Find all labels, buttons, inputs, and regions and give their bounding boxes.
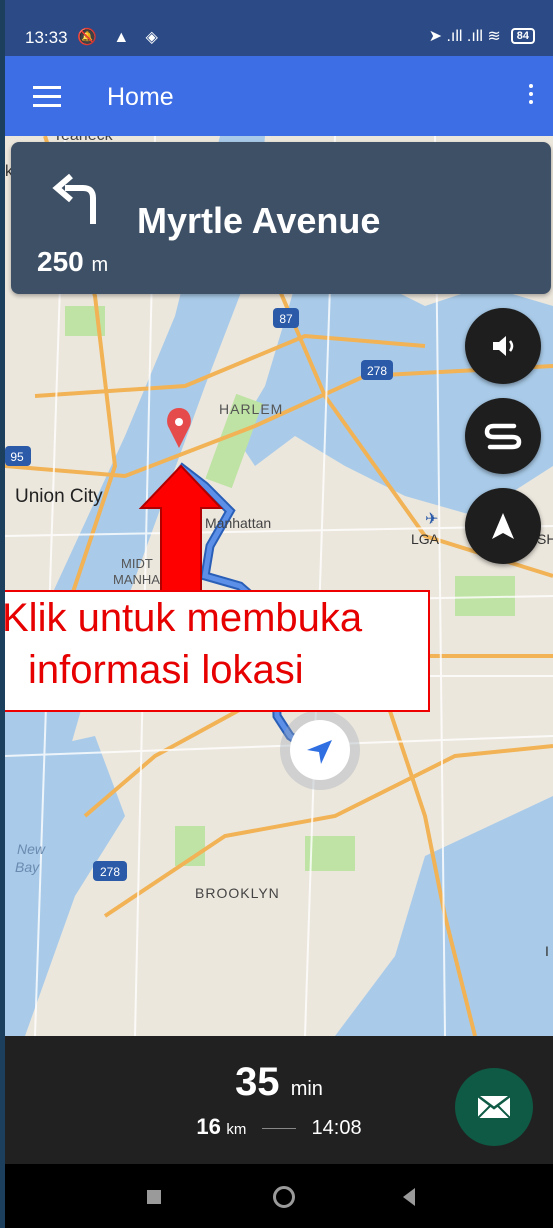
airport-icon: ✈	[425, 511, 438, 528]
label-manhattan-2: MANHA	[113, 572, 160, 587]
label-lga: LGA	[411, 531, 440, 547]
system-navigation-bar	[5, 1164, 553, 1228]
turn-distance: 250 m	[37, 246, 109, 277]
signal-icons: ➤ .ıll .ıll ≋	[428, 28, 501, 45]
label-new: New	[17, 841, 46, 857]
turn-left-icon	[52, 173, 96, 224]
callout-line-1: Klik untuk membuka	[5, 596, 363, 640]
status-notification-icons: 🔕 ▲ ◈	[77, 29, 164, 46]
shield-95: 95	[5, 446, 31, 466]
navigation-arrow-icon	[492, 513, 514, 539]
label-manhattan: Manhattan	[205, 515, 271, 531]
mail-icon	[477, 1095, 511, 1119]
label-harlem: HARLEM	[219, 401, 283, 417]
navigation-instruction-card[interactable]: Myrtle Avenue 250 m	[11, 142, 551, 294]
message-button[interactable]	[455, 1068, 533, 1146]
page-title: Home	[107, 83, 174, 111]
volume-icon	[493, 336, 514, 356]
recenter-button[interactable]	[465, 488, 541, 564]
back-icon[interactable]	[403, 1188, 415, 1206]
current-location-marker	[280, 710, 360, 790]
phone-screen: 13:33 🔕 ▲ ◈ ➤ .ıll .ıll ≋ 84 Home 87 278…	[5, 0, 553, 1228]
route-options-button[interactable]	[465, 398, 541, 474]
shield-278-a: 278	[361, 360, 393, 380]
eta-distance-unit: km	[226, 1121, 247, 1138]
route-icon	[484, 423, 522, 450]
recents-icon[interactable]	[147, 1190, 161, 1204]
status-bar: 13:33 🔕 ▲ ◈ ➤ .ıll .ıll ≋ 84	[5, 0, 553, 56]
instruction-callout: Klik untuk membuka informasi lokasi	[5, 590, 430, 712]
more-vert-icon[interactable]	[529, 84, 533, 108]
shield-278-b: 278	[93, 861, 127, 881]
label-midtown: MIDT	[121, 556, 153, 571]
prospect-park	[305, 836, 355, 871]
svg-text:95: 95	[10, 450, 24, 464]
svg-text:278: 278	[367, 364, 387, 378]
callout-line-2: informasi lokasi	[28, 648, 304, 692]
label-brooklyn: BROOKLYN	[195, 885, 280, 901]
svg-text:87: 87	[279, 312, 293, 326]
label-bay: Bay	[15, 859, 40, 875]
hamburger-icon[interactable]	[33, 86, 61, 107]
label-i: I	[545, 943, 549, 959]
eta-distance: 16	[196, 1114, 221, 1139]
label-union-city: Union City	[15, 486, 103, 507]
battery-icon: 84	[510, 28, 535, 44]
app-bar: Home	[5, 56, 553, 136]
status-system-icons: ➤ .ıll .ıll ≋ 84	[429, 26, 535, 46]
divider	[261, 1128, 296, 1130]
sound-button[interactable]	[465, 308, 541, 384]
eta-arrival-time: 14:08	[311, 1117, 362, 1139]
status-time: 13:33	[25, 28, 68, 47]
shield-87: 87	[273, 308, 299, 328]
home-icon[interactable]	[273, 1186, 295, 1208]
svg-text:278: 278	[100, 865, 120, 879]
street-name: Myrtle Avenue	[137, 200, 381, 241]
eta-panel[interactable]: 35 min 16 km 14:08	[5, 1036, 553, 1164]
